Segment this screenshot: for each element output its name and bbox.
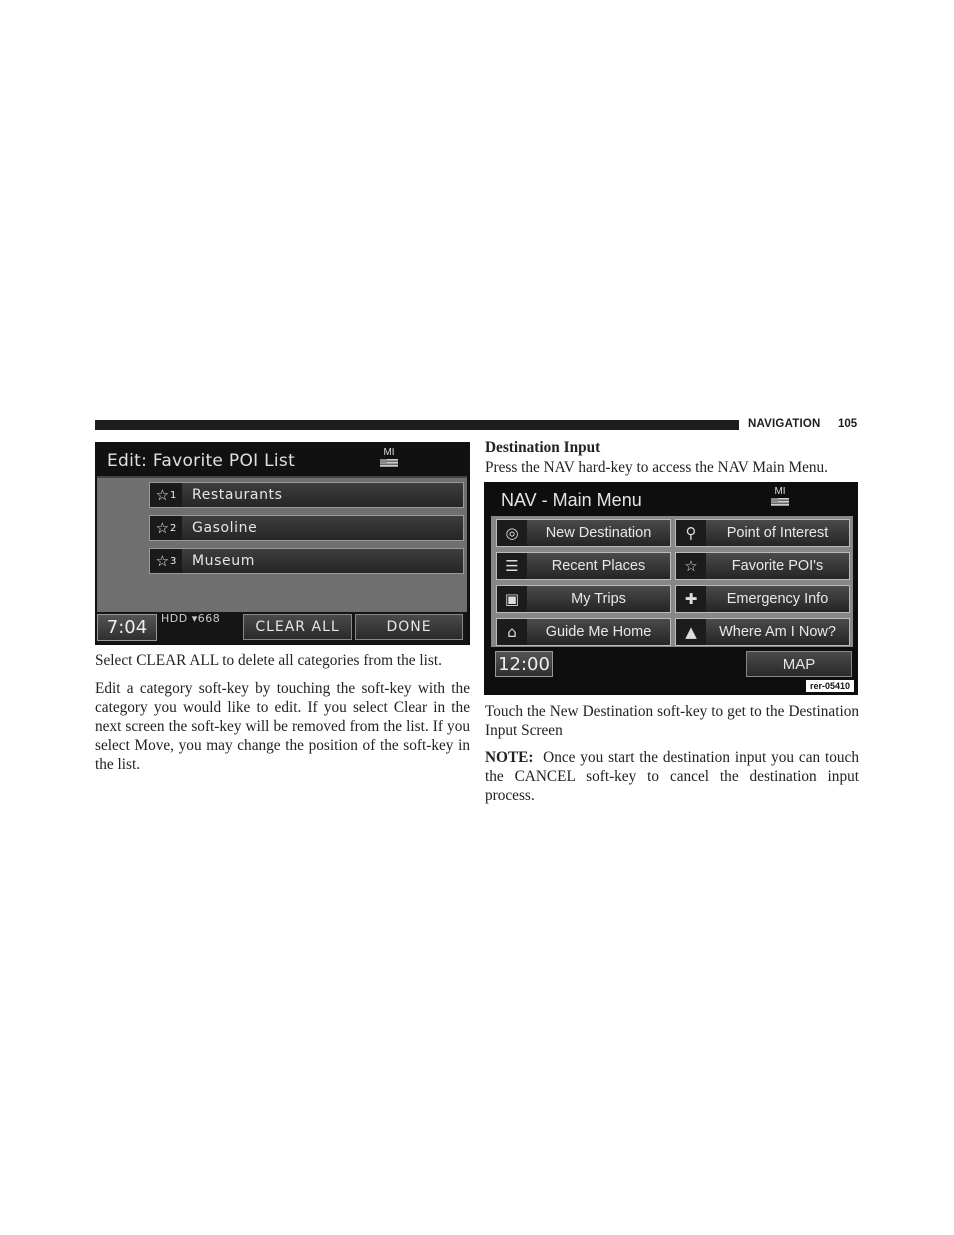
target-icon: ◎	[497, 520, 527, 546]
screen-title: NAV - Main Menu	[501, 490, 642, 510]
note-label: NOTE:	[485, 749, 534, 766]
units-label: MI	[774, 486, 786, 497]
point-of-interest-button[interactable]: ⚲ Point of Interest	[675, 519, 850, 547]
done-button[interactable]: DONE	[355, 614, 463, 640]
units-indicator: MI	[380, 448, 398, 467]
edit-category-description: Edit a category soft-key by touching the…	[95, 680, 470, 773]
compass-arrow-icon: ▲	[676, 619, 706, 645]
clear-all-button[interactable]: CLEAR ALL	[243, 614, 352, 640]
clock: 7:04	[97, 614, 157, 641]
intro-text: Press the NAV hard-key to access the NAV…	[485, 459, 828, 476]
poi-item-museum[interactable]: ☆ 3 Museum	[149, 548, 464, 574]
favorite-poi-screen: Edit: Favorite POI List MI ☆ 1 Restaurant…	[95, 442, 470, 645]
poi-list: ☆ 1 Restaurants ☆ 2 Gasoline ☆ 3 Museum	[97, 476, 467, 613]
section-title: NAVIGATION	[748, 418, 821, 430]
screen-title: Edit: Favorite POI List	[107, 451, 296, 471]
units-indicator: MI	[771, 487, 789, 506]
new-destination-button[interactable]: ◎ New Destination	[496, 519, 671, 547]
figure-id: rer-05410	[805, 680, 854, 692]
star-icon: ☆	[676, 553, 706, 579]
cross-icon: ✚	[676, 586, 706, 612]
page-number: 105	[838, 418, 858, 430]
screen-footer: 12:00 MAP	[491, 649, 853, 677]
clear-all-description: Select CLEAR ALL to delete all categorie…	[95, 652, 442, 669]
my-trips-button[interactable]: ▣ My Trips	[496, 585, 671, 613]
home-icon: ⌂	[497, 619, 527, 645]
note-paragraph: NOTE: Once you start the destination inp…	[485, 748, 859, 805]
note-text: Once you start the destination input you…	[485, 749, 859, 804]
screen-footer: 7:04 HDD ▾668 CLEAR ALL DONE	[97, 612, 467, 643]
new-destination-description: Touch the New Destination soft-key to ge…	[485, 703, 859, 739]
nav-main-menu-screen: NAV - Main Menu MI ◎ New Destination ⚲ P…	[484, 482, 858, 695]
favorite-pois-button[interactable]: ☆ Favorite POI's	[675, 552, 850, 580]
section-heading: Destination Input	[485, 439, 601, 456]
star-icon: ☆ 1	[150, 483, 182, 507]
clock: 12:00	[495, 651, 553, 677]
poi-search-icon: ⚲	[676, 520, 706, 546]
poi-item-label: Gasoline	[192, 520, 258, 536]
units-label: MI	[383, 447, 395, 458]
poi-item-restaurants[interactable]: ☆ 1 Restaurants	[149, 482, 464, 508]
hdd-status: HDD ▾668	[161, 612, 221, 625]
flag-icon	[771, 498, 789, 506]
header-rule	[95, 420, 739, 430]
poi-item-gasoline[interactable]: ☆ 2 Gasoline	[149, 515, 464, 541]
poi-item-label: Museum	[192, 553, 255, 569]
menu-grid: ◎ New Destination ⚲ Point of Interest ☰ …	[491, 516, 853, 647]
star-icon: ☆ 3	[150, 549, 182, 573]
map-button[interactable]: MAP	[746, 651, 852, 677]
poi-item-label: Restaurants	[192, 487, 283, 503]
suitcase-icon: ▣	[497, 586, 527, 612]
list-icon: ☰	[497, 553, 527, 579]
flag-icon	[380, 459, 398, 467]
guide-me-home-button[interactable]: ⌂ Guide Me Home	[496, 618, 671, 646]
recent-places-button[interactable]: ☰ Recent Places	[496, 552, 671, 580]
star-icon: ☆ 2	[150, 516, 182, 540]
emergency-info-button[interactable]: ✚ Emergency Info	[675, 585, 850, 613]
where-am-i-now-button[interactable]: ▲ Where Am I Now?	[675, 618, 850, 646]
